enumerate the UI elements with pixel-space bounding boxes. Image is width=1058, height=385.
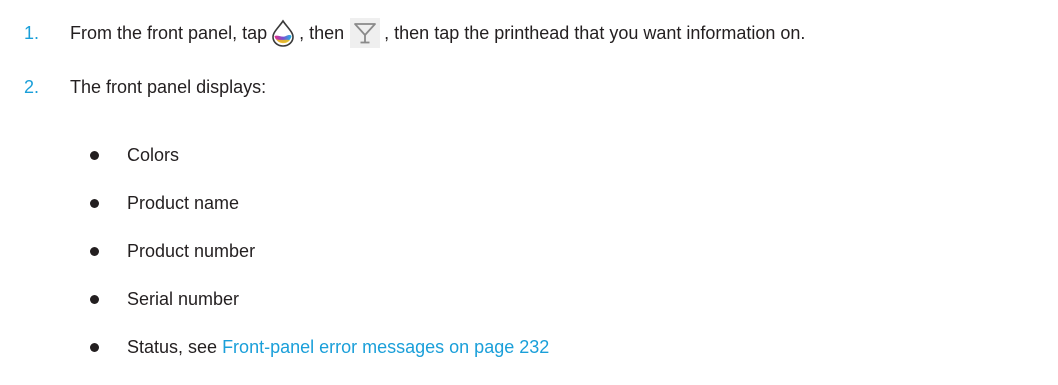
bullet-icon <box>90 150 99 160</box>
list-item: Colors <box>88 131 549 179</box>
list-item: Product name <box>88 179 549 227</box>
document-page: 1. From the front panel, tap , then , th… <box>0 0 1058 385</box>
step-text-part: , then tap the printhead that you want i… <box>384 22 806 43</box>
list-item-text: Status, see <box>127 336 223 357</box>
step-1: 1. From the front panel, tap , then , th… <box>24 18 805 48</box>
list-item-text: Colors <box>127 144 180 165</box>
step-2: 2. The front panel displays: <box>24 72 266 102</box>
printhead-icon <box>350 18 381 48</box>
bullet-icon <box>90 294 99 304</box>
step-text: The front panel displays: <box>70 76 267 97</box>
list-item: Serial number <box>88 275 549 323</box>
bullet-icon <box>90 246 99 256</box>
step-text: From the front panel, tap , then , then … <box>70 18 805 48</box>
list-item: Product number <box>88 227 549 275</box>
bullet-icon <box>90 342 99 352</box>
step-text-part: From the front panel, tap <box>70 22 268 43</box>
step-number: 1. <box>24 22 40 43</box>
ink-drop-icon <box>270 19 296 47</box>
step-number: 2. <box>24 76 40 97</box>
list-item-text: Product number <box>127 240 256 261</box>
display-items-list: Colors Product name Product number Seria… <box>88 131 549 371</box>
list-item-text: Product name <box>127 192 240 213</box>
list-item: Status, see Front-panel error messages o… <box>88 323 549 371</box>
list-item-text: Serial number <box>127 288 240 309</box>
error-messages-link[interactable]: Front-panel error messages on page 232 <box>222 337 549 358</box>
bullet-icon <box>90 198 99 208</box>
step-text-part: , then <box>299 22 345 43</box>
